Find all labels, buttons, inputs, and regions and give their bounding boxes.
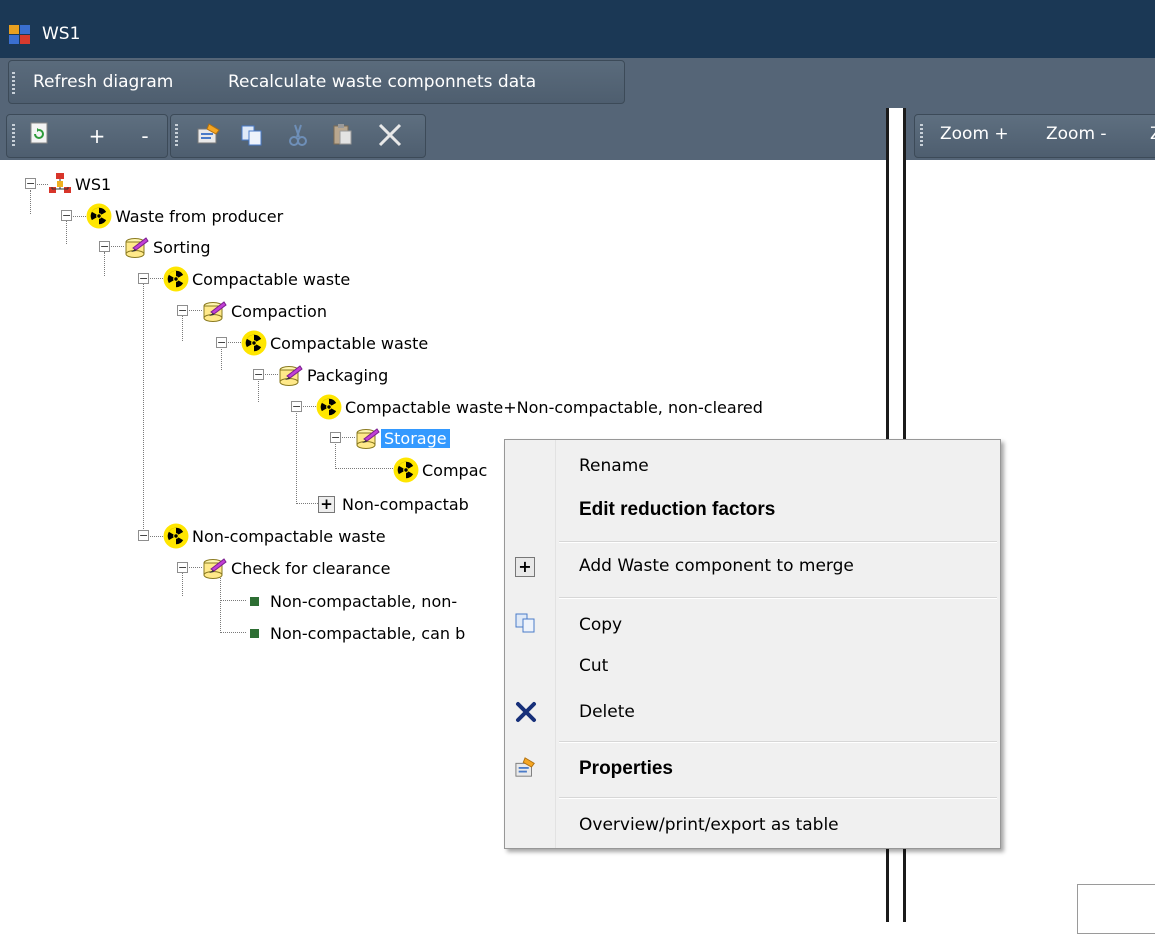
collapse-toggle[interactable]: − — [99, 241, 110, 252]
paste-icon[interactable] — [330, 122, 354, 146]
window-title: WS1 — [42, 24, 81, 44]
edit-reduction-factors-menu-item[interactable]: Edit reduction factors — [579, 499, 775, 521]
context-menu: Rename Edit reduction factors + Add Wast… — [504, 439, 1001, 849]
radiation-icon — [393, 457, 419, 483]
tree-node-label: Compactable waste — [270, 333, 429, 353]
plus-icon: + — [318, 495, 335, 513]
collapse-toggle[interactable]: − — [138, 273, 149, 284]
collapse-toggle[interactable]: − — [61, 210, 72, 221]
tree-node-waste[interactable]: Compactable waste — [241, 330, 431, 356]
tree-node-label: WS1 — [75, 174, 112, 194]
tree-node-process[interactable]: Sorting — [124, 234, 214, 260]
expand-button[interactable]: + — [84, 123, 110, 149]
collapse-button[interactable]: - — [132, 123, 158, 149]
collapse-toggle[interactable]: − — [177, 305, 188, 316]
menu-separator — [559, 797, 997, 799]
tree-node-label: Non-compactable, non- — [270, 591, 458, 611]
copy-menu-item[interactable]: Copy — [579, 615, 622, 635]
toolbar-grip-2[interactable] — [175, 124, 178, 146]
properties-icon — [515, 757, 535, 777]
overview-export-menu-item[interactable]: Overview/print/export as table — [579, 815, 839, 835]
tree-node-label: Compac — [422, 460, 488, 480]
collapse-toggle[interactable]: − — [330, 432, 341, 443]
process-icon — [202, 300, 228, 322]
process-icon — [355, 427, 381, 449]
radiation-icon — [241, 330, 267, 356]
cut-menu-item[interactable]: Cut — [579, 656, 608, 676]
tree-node-merge[interactable]: + Non-compactab — [318, 491, 472, 517]
tree-node-label: Packaging — [307, 365, 389, 385]
collapse-toggle[interactable]: − — [253, 369, 264, 380]
context-menu-gutter — [505, 440, 556, 848]
tree-node-waste[interactable]: Compac — [393, 457, 490, 483]
copy-icon[interactable] — [240, 123, 264, 147]
delete-menu-item[interactable]: Delete — [579, 702, 635, 722]
tree-node-waste[interactable]: Compactable waste+Non-compactable, non-c… — [316, 394, 766, 420]
tree-node-output[interactable]: Non-compactable, non- — [246, 588, 460, 614]
zoom-grip[interactable] — [920, 124, 923, 146]
collapse-toggle[interactable]: − — [291, 401, 302, 412]
menu-separator — [559, 597, 997, 599]
tree-node-process[interactable]: Check for clearance — [202, 555, 393, 581]
zoom-out-button[interactable]: Zoom - — [1046, 124, 1107, 144]
tree-node-process-selected[interactable]: Storage — [355, 425, 450, 451]
tree-node-label: Non-compactable, can b — [270, 623, 466, 643]
zoom-extra-button[interactable]: Z — [1150, 124, 1155, 144]
tree-node-label: Check for clearance — [231, 558, 391, 578]
process-icon — [124, 236, 150, 258]
tree-node-root[interactable]: WS1 — [48, 171, 114, 197]
tree-node-label: Sorting — [153, 237, 211, 257]
tree-node-output[interactable]: Non-compactable, can b — [246, 620, 468, 646]
toolbar-grip[interactable] — [12, 124, 15, 146]
cut-icon[interactable] — [286, 123, 310, 147]
diagram-box[interactable] — [1077, 884, 1155, 934]
tree-node-label: Waste from producer — [115, 206, 284, 226]
add-waste-component-menu-item[interactable]: Add Waste component to merge — [579, 556, 854, 576]
plus-icon: + — [515, 557, 535, 577]
process-icon — [202, 557, 228, 579]
rename-menu-item[interactable]: Rename — [579, 456, 649, 476]
refresh-icon[interactable] — [28, 121, 52, 145]
tree-node-label: Compaction — [231, 301, 327, 321]
properties-menu-item[interactable]: Properties — [579, 758, 673, 780]
app-icon — [9, 25, 30, 44]
tree-node-label: Compactable waste — [192, 269, 351, 289]
tree-node-label: Storage — [381, 428, 450, 448]
tree-node-label: Non-compactable waste — [192, 526, 386, 546]
tree-node-waste[interactable]: Waste from producer — [86, 203, 286, 229]
tree-node-label: Compactable waste+Non-compactable, non-c… — [345, 397, 763, 417]
collapse-toggle[interactable]: − — [25, 178, 36, 189]
properties-icon[interactable] — [196, 121, 222, 147]
tree-node-waste[interactable]: Non-compactable waste — [163, 523, 389, 549]
radiation-icon — [86, 203, 112, 229]
process-icon — [278, 364, 304, 386]
zoom-in-button[interactable]: Zoom + — [940, 124, 1009, 144]
collapse-toggle[interactable]: − — [216, 337, 227, 348]
menu-grip[interactable] — [12, 72, 15, 94]
radiation-icon — [163, 523, 189, 549]
delete-icon[interactable] — [376, 121, 404, 149]
tree-node-process[interactable]: Packaging — [278, 362, 391, 388]
tree-node-process[interactable]: Compaction — [202, 298, 330, 324]
collapse-toggle[interactable]: − — [138, 530, 149, 541]
menu-separator — [559, 541, 997, 543]
copy-icon — [515, 613, 535, 633]
radiation-icon — [316, 394, 342, 420]
collapse-toggle[interactable]: − — [177, 562, 188, 573]
tree-node-label: Non-compactab — [342, 494, 469, 514]
refresh-diagram-menu[interactable]: Refresh diagram — [33, 72, 173, 92]
network-icon — [48, 172, 72, 196]
radiation-icon — [163, 266, 189, 292]
menu-separator — [559, 741, 997, 743]
tree-node-waste[interactable]: Compactable waste — [163, 266, 353, 292]
delete-icon — [516, 702, 536, 722]
recalculate-menu[interactable]: Recalculate waste componnets data — [228, 72, 536, 92]
green-square-icon — [250, 596, 259, 606]
title-bar: WS1 — [0, 0, 1155, 58]
green-square-icon — [250, 628, 259, 638]
